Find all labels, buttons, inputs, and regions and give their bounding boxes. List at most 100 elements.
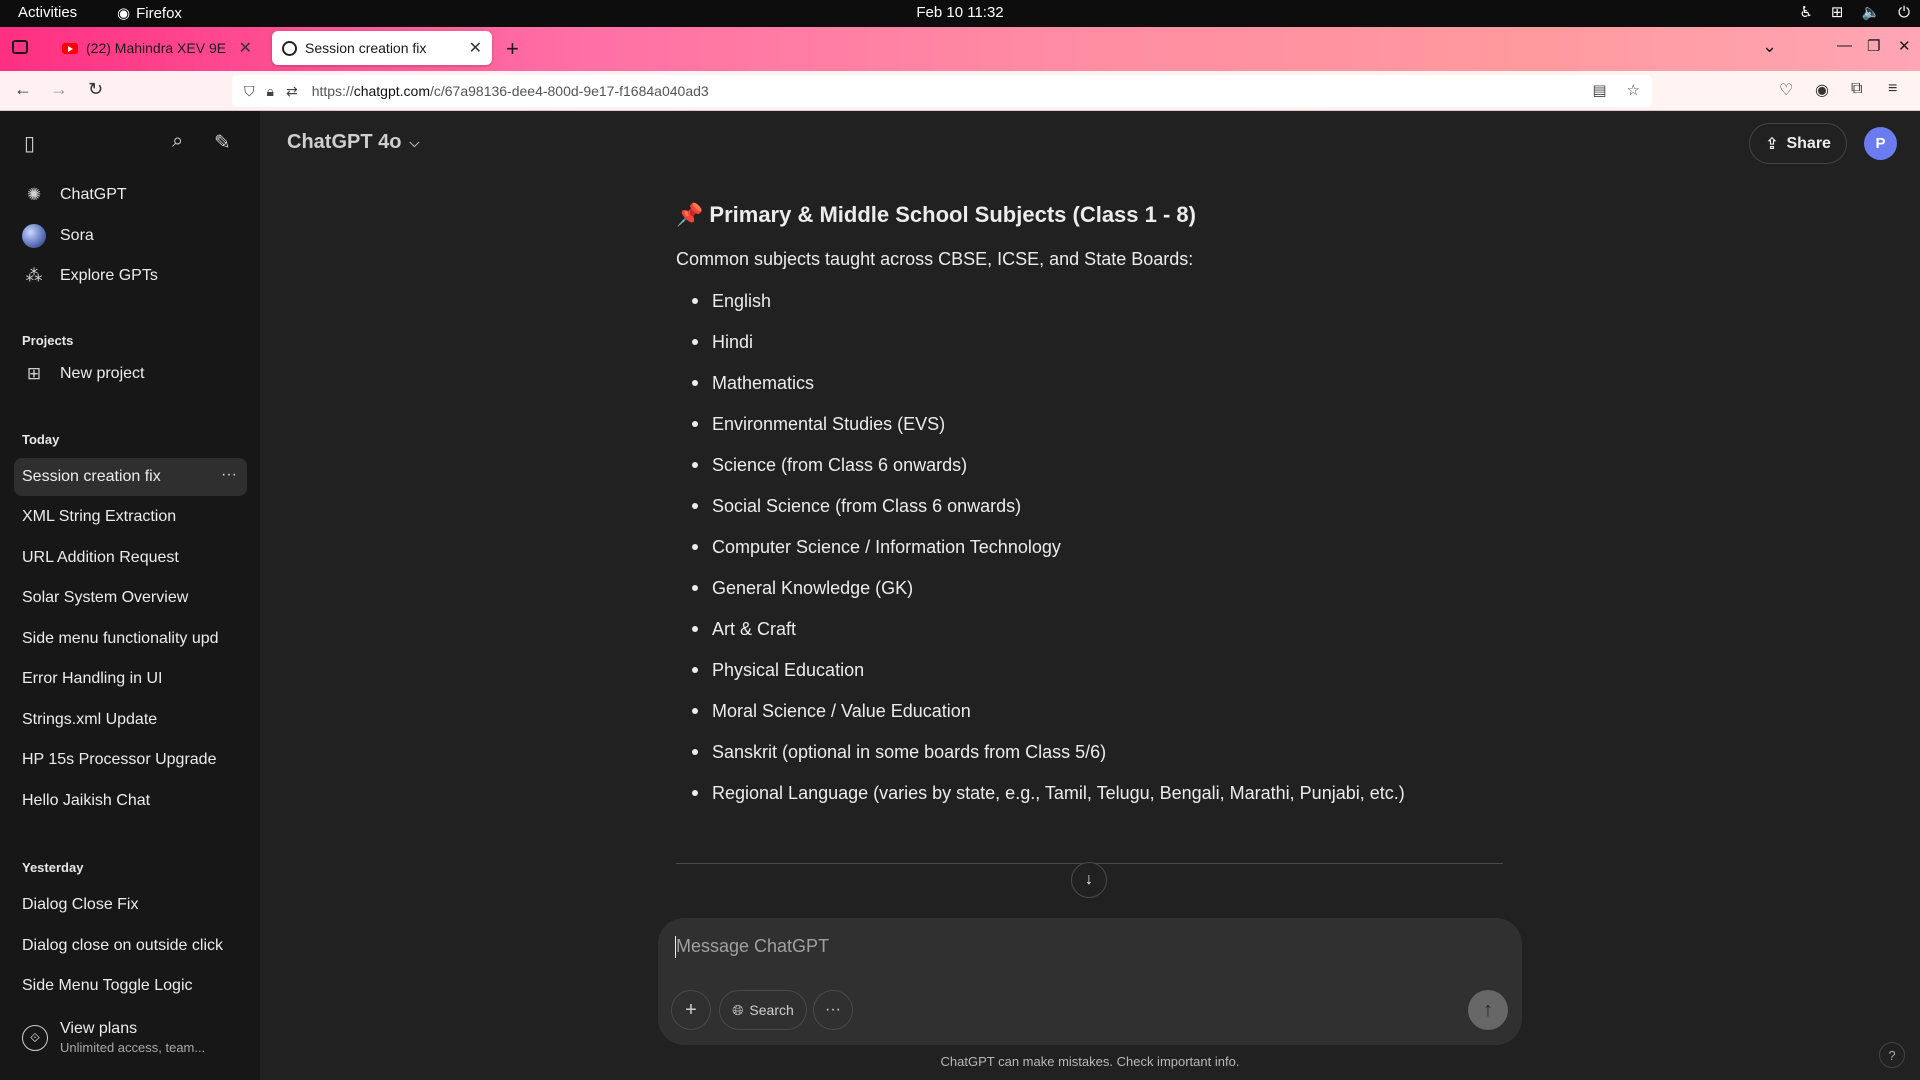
tab-title: (22) Mahindra XEV 9E 20: — [86, 40, 231, 56]
help-button[interactable]: ? — [1879, 1042, 1905, 1068]
view-plans-label: View plans — [60, 1020, 138, 1037]
tab-session-creation-fix[interactable]: Session creation fix ✕ — [272, 31, 492, 65]
sidebar-item-chatgpt[interactable]: ✺ ChatGPT — [22, 183, 127, 207]
volume-icon[interactable]: 🔈 — [1861, 3, 1880, 21]
menu-icon[interactable]: ≡ — [1888, 80, 1897, 98]
more-tools-button[interactable]: ··· — [813, 990, 853, 1030]
view-plans-button[interactable]: ⟐ View plans Unlimited access, team... — [22, 1020, 242, 1055]
list-item: Regional Language (varies by state, e.g.… — [676, 781, 1405, 822]
chat-item[interactable]: HP 15s Processor Upgrade — [14, 741, 247, 779]
share-button[interactable]: ⇪ Share — [1749, 123, 1847, 164]
attach-button[interactable]: + — [671, 990, 711, 1030]
list-item: General Knowledge (GK) — [676, 576, 1405, 617]
list-item: Computer Science / Information Technolog… — [676, 535, 1405, 576]
toggle-sidebar-icon[interactable]: ▯ — [24, 131, 35, 156]
chat-item-label: Solar System Overview — [22, 589, 189, 606]
url-text[interactable]: https://chatgpt.com/c/67a98136-dee4-800d… — [312, 83, 709, 99]
sidebar-item-explore-gpts[interactable]: ⁂ Explore GPTs — [22, 264, 158, 288]
message-composer[interactable]: Message ChatGPT + 🌐︎ Search ··· ↑ — [658, 918, 1522, 1045]
clock[interactable]: Feb 10 11:32 — [0, 4, 1920, 21]
chat-item-label: XML String Extraction — [22, 508, 177, 525]
permissions-icon[interactable]: ⇄ — [286, 83, 298, 100]
new-tab-button[interactable]: + — [506, 36, 519, 62]
reader-view-icon[interactable]: ▤ — [1592, 81, 1606, 99]
ellipsis-icon: ··· — [825, 1001, 841, 1018]
lock-icon[interactable]: 🔒︎ — [267, 83, 274, 100]
upgrade-icon: ⟐ — [22, 1024, 48, 1051]
list-item: English — [676, 289, 1405, 330]
chat-item[interactable]: Dialog close on outside click — [14, 927, 247, 965]
sidebar-item-label: ChatGPT — [60, 186, 127, 203]
chat-item[interactable]: Strings.xml Update — [14, 701, 247, 739]
message-input[interactable]: Message ChatGPT — [676, 936, 829, 957]
search-icon[interactable]: ⌕ — [172, 130, 183, 153]
list-all-tabs-icon[interactable]: ⌄ — [1762, 36, 1777, 57]
today-heading: Today — [22, 432, 60, 447]
forward-icon[interactable]: → — [50, 79, 68, 100]
more-options-icon[interactable]: ··· — [221, 466, 237, 484]
arrow-down-icon: ↓ — [1085, 871, 1093, 888]
sidebar-item-sora[interactable]: Sora — [22, 224, 94, 248]
chat-item-label: HP 15s Processor Upgrade — [22, 751, 217, 768]
back-icon[interactable]: ← — [14, 79, 32, 100]
share-label: Share — [1786, 134, 1831, 152]
firefox-view-icon[interactable] — [12, 40, 28, 54]
new-project-label: New project — [60, 365, 145, 382]
pocket-icon[interactable]: ♡ — [1779, 80, 1793, 100]
reload-icon[interactable]: ↻ — [88, 79, 103, 100]
chevron-down-icon: ⌵ — [409, 134, 420, 150]
heading-text: Primary & Middle School Subjects (Class … — [709, 202, 1196, 227]
chat-item[interactable]: Solar System Overview — [14, 579, 247, 617]
system-tray[interactable]: ♿ ⊞ 🔈 ⏻ — [1799, 3, 1910, 22]
arrow-up-icon: ↑ — [1483, 998, 1493, 1021]
send-button[interactable]: ↑ — [1468, 990, 1508, 1030]
extensions-icon[interactable]: ⧉ — [1851, 80, 1862, 98]
search-button[interactable]: 🌐︎ Search — [719, 990, 807, 1030]
chat-item[interactable]: XML String Extraction — [14, 498, 247, 536]
model-selector[interactable]: ChatGPT 4o ⌵ — [287, 131, 419, 154]
shield-icon[interactable]: ⛉ — [244, 83, 255, 100]
account-icon[interactable]: ◉ — [1815, 80, 1829, 100]
chat-item[interactable]: Side Menu Toggle Logic — [14, 967, 247, 1005]
bookmark-star-icon[interactable]: ☆ — [1627, 81, 1640, 99]
close-tab-icon[interactable]: ✕ — [239, 38, 252, 58]
new-chat-icon[interactable]: ✎ — [214, 130, 231, 155]
tab-youtube[interactable]: (22) Mahindra XEV 9E 20: ✕ — [52, 31, 262, 65]
chatgpt-icon — [282, 40, 297, 56]
tab-strip: (22) Mahindra XEV 9E 20: ✕ Session creat… — [0, 27, 1920, 71]
sidebar-item-label: Sora — [60, 227, 94, 244]
chat-item-label: Side menu functionality upd — [22, 630, 219, 647]
chat-item[interactable]: URL Addition Request — [14, 539, 247, 577]
url-bar[interactable]: ⛉ 🔒︎ ⇄ https://chatgpt.com/c/67a98136-de… — [232, 75, 1652, 107]
chat-item-session-creation-fix[interactable]: Session creation fix ··· — [14, 458, 247, 496]
list-item: Environmental Studies (EVS) — [676, 412, 1405, 453]
network-icon[interactable]: ⊞ — [1831, 3, 1844, 21]
chat-item-label: Strings.xml Update — [22, 711, 158, 728]
message-heading: 📌 Primary & Middle School Subjects (Clas… — [676, 202, 1196, 228]
avatar[interactable]: P — [1864, 127, 1897, 160]
message-intro: Common subjects taught across CBSE, ICSE… — [676, 249, 1194, 269]
sidebar: ▯ ⌕ ✎ ✺ ChatGPT Sora ⁂ Explore GPTs Proj… — [0, 111, 260, 1080]
restore-icon[interactable]: ❐ — [1867, 37, 1880, 55]
close-window-icon[interactable]: ✕ — [1898, 37, 1911, 55]
model-name: ChatGPT 4o — [287, 131, 402, 153]
minimize-icon[interactable]: — — [1837, 37, 1852, 54]
search-label: Search — [749, 1002, 794, 1018]
list-item: Hindi — [676, 330, 1405, 371]
folder-plus-icon: ⊞ — [26, 364, 42, 383]
power-icon[interactable]: ⏻ — [1898, 4, 1910, 21]
chat-item[interactable]: Hello Jaikish Chat — [14, 782, 247, 820]
scroll-to-bottom-button[interactable]: ↓ — [1071, 862, 1107, 898]
chat-item[interactable]: Dialog Close Fix — [14, 886, 247, 924]
accessibility-icon[interactable]: ♿ — [1799, 3, 1812, 21]
chat-item-label: Dialog Close Fix — [22, 896, 139, 913]
chat-item[interactable]: Side menu functionality upd — [14, 620, 247, 658]
new-project-button[interactable]: ⊞ New project — [22, 362, 145, 386]
sora-icon — [22, 224, 46, 248]
projects-heading: Projects — [22, 333, 74, 348]
close-tab-icon[interactable]: ✕ — [469, 38, 482, 58]
chatgpt-logo-icon: ✺ — [26, 185, 42, 204]
chat-item-label: Dialog close on outside click — [22, 937, 223, 954]
list-item: Science (from Class 6 onwards) — [676, 453, 1405, 494]
chat-item[interactable]: Error Handling in UI — [14, 660, 247, 698]
